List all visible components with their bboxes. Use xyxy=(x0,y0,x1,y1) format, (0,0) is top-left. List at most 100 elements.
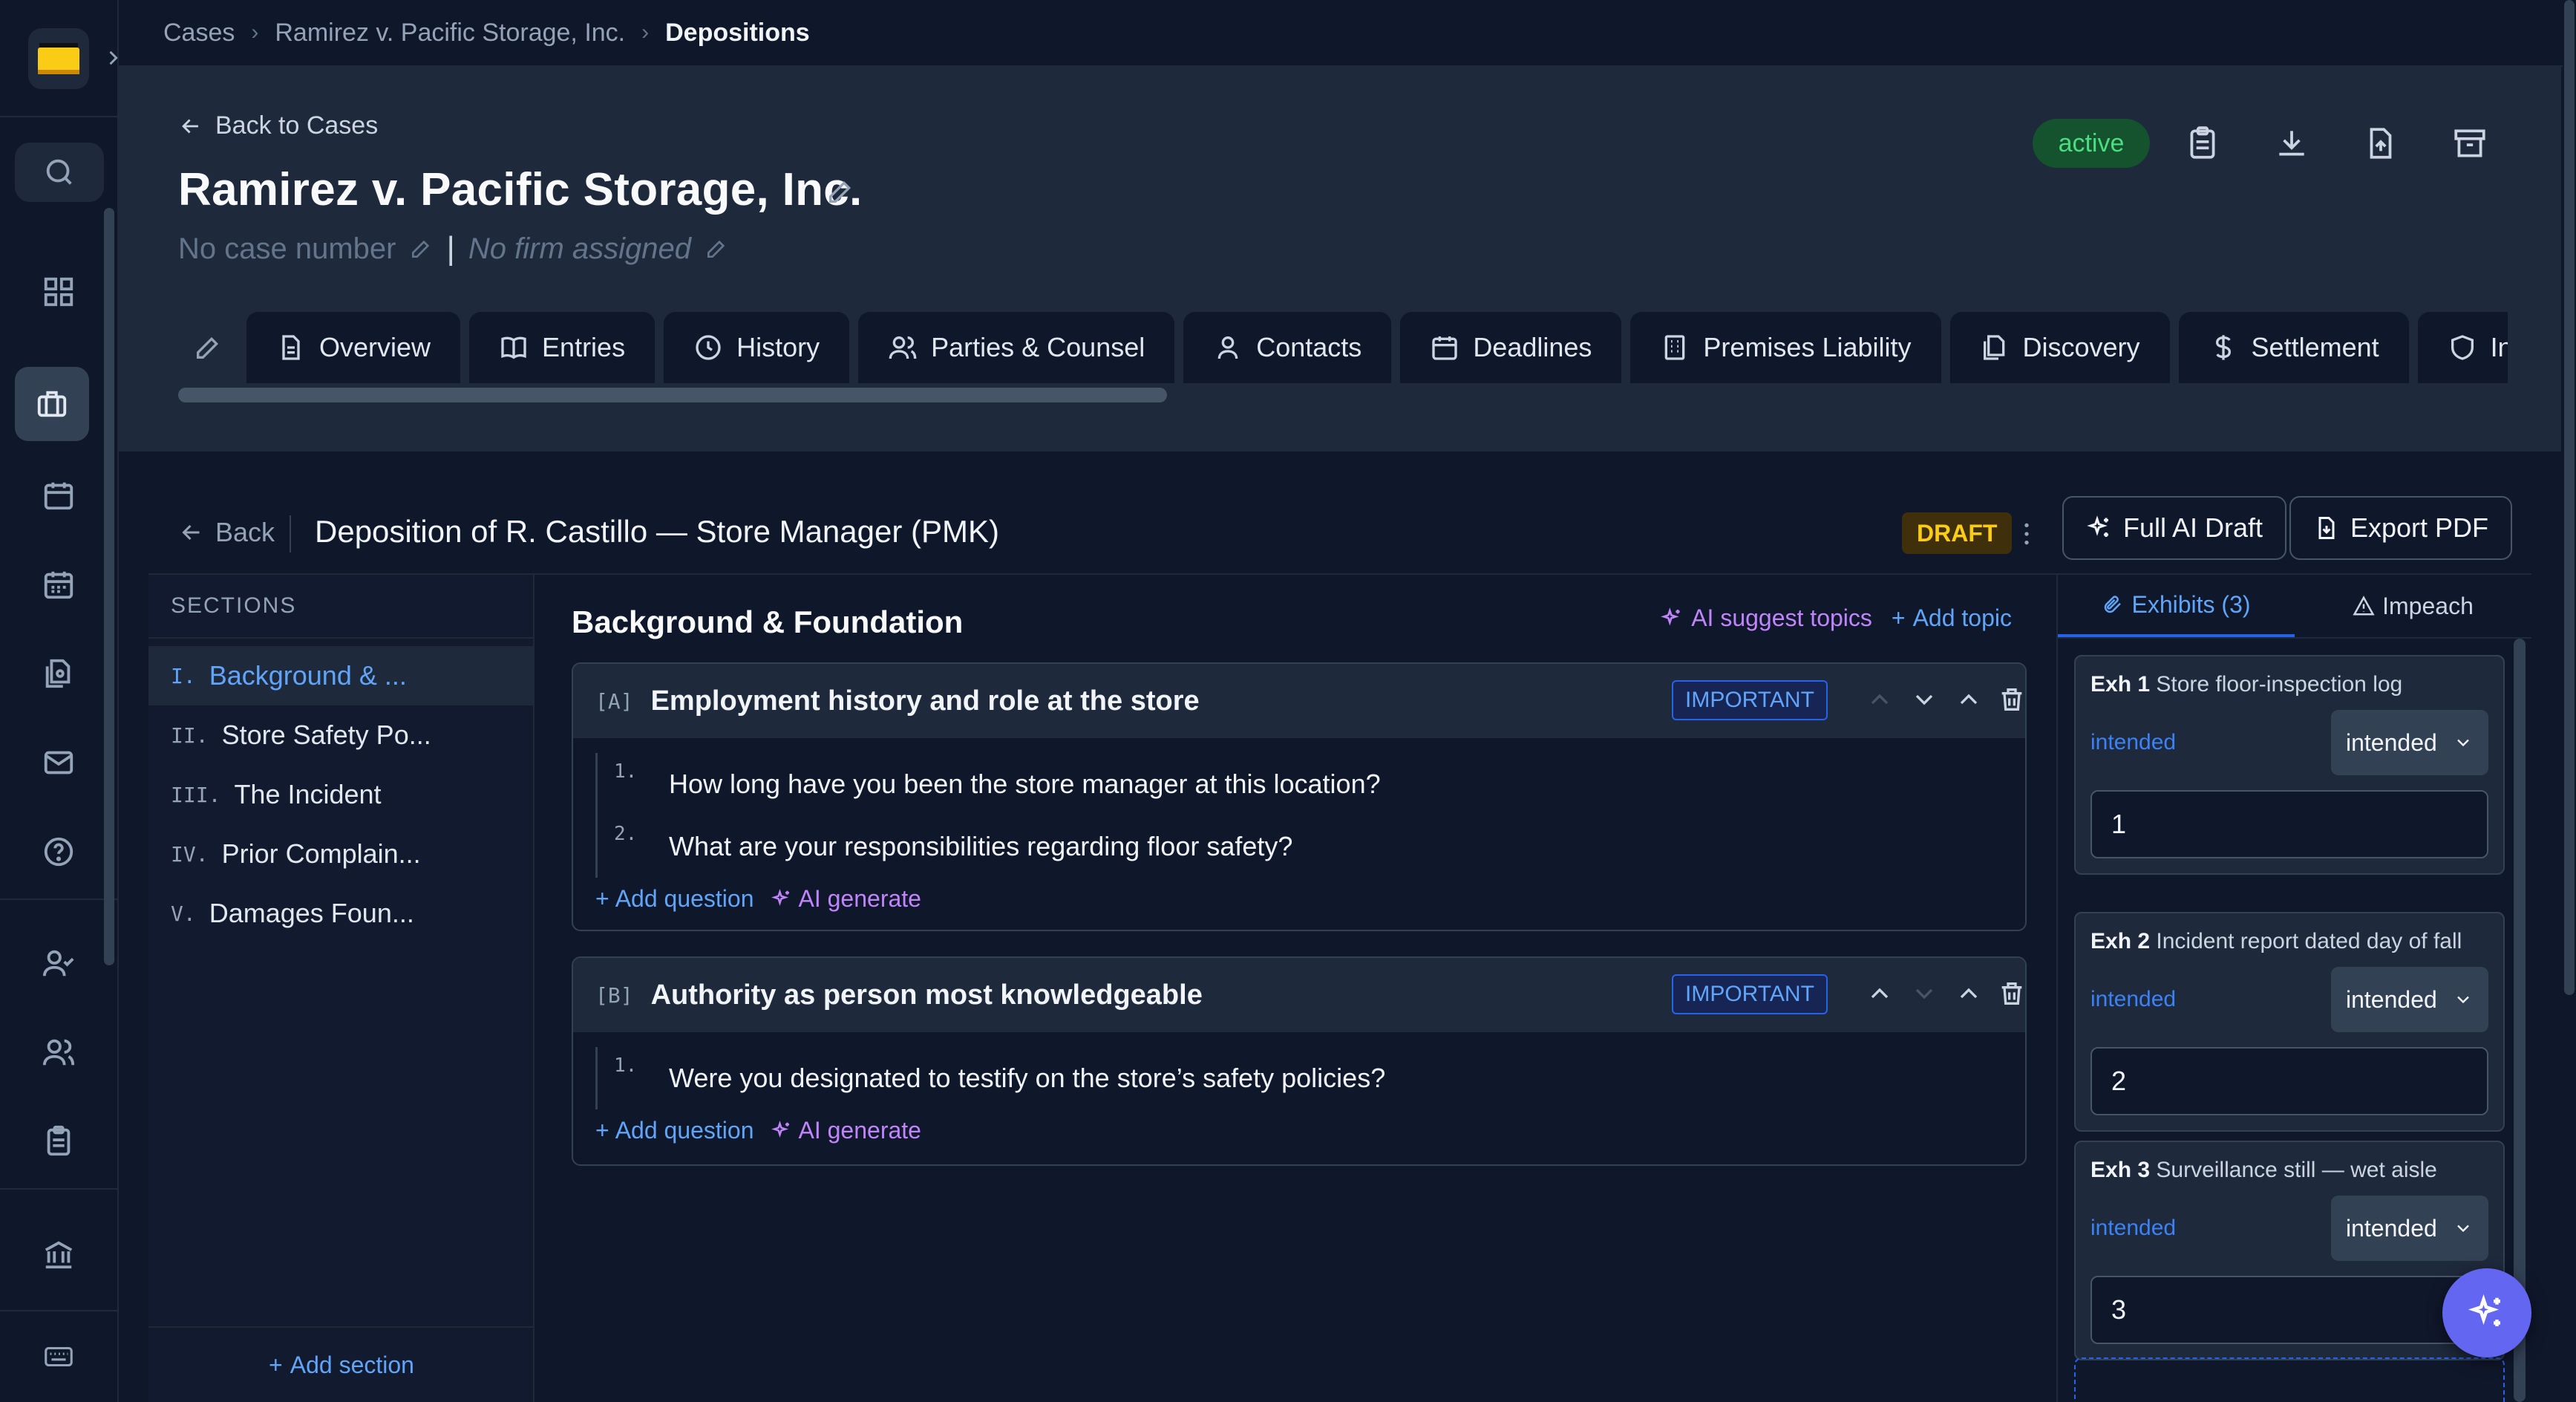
move-down-icon[interactable] xyxy=(1909,979,1939,1008)
tab-settlement[interactable]: Settlement xyxy=(2178,312,2409,383)
collapse-icon[interactable] xyxy=(1954,979,1984,1008)
dashboard-nav[interactable] xyxy=(30,263,88,321)
more-vertical-icon[interactable] xyxy=(2012,515,2041,552)
app-logo[interactable] xyxy=(28,28,89,89)
question-row[interactable]: 1. Were you designated to testify on the… xyxy=(595,1047,2025,1109)
calendar-grid-icon xyxy=(42,567,76,601)
tab-label: Contacts xyxy=(1256,332,1362,362)
add-topic-button[interactable]: + Add topic xyxy=(1892,604,2012,632)
exhibit-number-input[interactable]: 1 xyxy=(2090,790,2488,858)
rail-scrollbar[interactable] xyxy=(104,208,114,965)
full-ai-draft-button[interactable]: Full AI Draft xyxy=(2062,496,2287,560)
topic-header[interactable]: [A] Employment history and role at the s… xyxy=(573,664,2025,738)
exhibit-status-select[interactable]: intended xyxy=(2331,967,2488,1032)
tasks-nav[interactable] xyxy=(30,1112,88,1170)
documents-nav[interactable] xyxy=(30,645,88,702)
ai-suggest-topics-button[interactable]: AI suggest topics xyxy=(1660,604,1872,632)
back-to-cases-link[interactable]: Back to Cases xyxy=(178,111,378,140)
breadcrumb-case-link[interactable]: Ramirez v. Pacific Storage, Inc. xyxy=(275,19,625,48)
trash-icon[interactable] xyxy=(1997,979,2025,1008)
question-row[interactable]: 2. What are your responsibilities regard… xyxy=(595,815,2025,878)
calendar-nav[interactable] xyxy=(30,466,88,524)
priority-badge[interactable]: IMPORTANT xyxy=(1672,680,1828,720)
exhibit-description: Store floor-inspection log xyxy=(2156,672,2403,697)
keyboard-icon xyxy=(42,1340,76,1374)
section-item-damages[interactable]: V. Damages Foun... xyxy=(148,884,533,943)
case-meta: No case number | No firm assigned xyxy=(178,230,728,267)
pencil-icon[interactable] xyxy=(409,237,433,261)
ai-generate-button[interactable]: AI generate xyxy=(771,885,921,913)
status-badge: active xyxy=(2033,119,2150,168)
ai-generate-button[interactable]: AI generate xyxy=(771,1117,921,1144)
question-row[interactable]: 1. How long have you been the store mana… xyxy=(595,753,2025,815)
archive-icon[interactable] xyxy=(2451,125,2488,162)
tab-impeach[interactable]: Impeach xyxy=(2295,575,2531,637)
ai-assistant-button[interactable] xyxy=(2442,1268,2531,1357)
topic-letter: [B] xyxy=(595,982,633,1008)
mail-nav[interactable] xyxy=(30,734,88,792)
tab-deadlines[interactable]: Deadlines xyxy=(1400,312,1622,383)
add-section-label: Add section xyxy=(290,1351,414,1378)
exhibit-status-select[interactable]: intended xyxy=(2331,710,2488,775)
priority-badge[interactable]: IMPORTANT xyxy=(1672,974,1828,1014)
exhibit-status: intended xyxy=(2090,987,2177,1011)
tab-premises-liability[interactable]: Premises Liability xyxy=(1630,312,1941,383)
team-nav[interactable] xyxy=(30,1023,88,1081)
add-question-button[interactable]: + Add question xyxy=(595,885,754,913)
draft-badge: DRAFT xyxy=(1902,512,2013,554)
pencil-icon[interactable] xyxy=(826,177,855,206)
schedule-nav[interactable] xyxy=(30,555,88,613)
section-number: IV. xyxy=(171,841,209,867)
tab-discovery[interactable]: Discovery xyxy=(1949,312,2170,383)
move-up-icon[interactable] xyxy=(1865,685,1895,714)
page-scrollbar[interactable] xyxy=(2563,0,2576,1402)
exhibit-status-select[interactable]: intended xyxy=(2331,1196,2488,1261)
users-icon xyxy=(888,333,918,362)
collapse-icon[interactable] xyxy=(1954,685,1984,714)
download-icon[interactable] xyxy=(2273,125,2310,162)
pencil-icon[interactable] xyxy=(705,237,728,261)
tab-overview[interactable]: Overview xyxy=(246,312,461,383)
question-number: 2. xyxy=(614,823,638,845)
breadcrumb-cases-link[interactable]: Cases xyxy=(163,19,235,48)
section-item-incident[interactable]: III. The Incident xyxy=(148,765,533,824)
tab-entries[interactable]: Entries xyxy=(469,312,656,383)
help-nav[interactable] xyxy=(30,823,88,881)
help-icon xyxy=(42,835,76,869)
edit-tabs-button[interactable] xyxy=(178,312,238,383)
user-check-nav[interactable] xyxy=(30,934,88,992)
topic-header[interactable]: [B] Authority as person most knowledgeab… xyxy=(573,958,2025,1032)
deposition-back-button[interactable]: Back xyxy=(178,517,275,548)
add-topic-label: Add topic xyxy=(1912,604,2012,631)
exhibit-number-input[interactable]: 2 xyxy=(2090,1047,2488,1115)
files-icon xyxy=(42,656,76,691)
tab-contacts[interactable]: Contacts xyxy=(1183,312,1392,383)
sections-heading: SECTIONS xyxy=(148,575,533,639)
tabs-scrollbar[interactable] xyxy=(178,388,1167,402)
exhibit-number-input[interactable]: 3 xyxy=(2090,1276,2488,1344)
section-item-prior-complaints[interactable]: IV. Prior Complain... xyxy=(148,824,533,884)
page-scrollbar-thumb[interactable] xyxy=(2564,0,2575,995)
exhibit-heading: Exh 2 Incident report dated day of fall xyxy=(2090,928,2488,955)
add-question-button[interactable]: + Add question xyxy=(595,1117,754,1144)
keyboard-shortcuts-button[interactable] xyxy=(30,1328,88,1386)
export-pdf-button[interactable]: Export PDF xyxy=(2289,496,2513,560)
court-nav[interactable] xyxy=(30,1225,88,1283)
mail-icon xyxy=(42,746,76,780)
clipboard-icon[interactable] xyxy=(2184,125,2221,162)
file-upload-icon[interactable] xyxy=(2362,125,2399,162)
move-up-icon[interactable] xyxy=(1865,979,1895,1008)
add-exhibit-dropzone[interactable] xyxy=(2074,1357,2505,1402)
tab-history[interactable]: History xyxy=(664,312,850,383)
tab-parties-counsel[interactable]: Parties & Counsel xyxy=(858,312,1175,383)
trash-icon[interactable] xyxy=(1997,685,2025,714)
search-button[interactable] xyxy=(15,143,104,202)
cases-nav[interactable] xyxy=(15,367,89,441)
section-item-store-safety[interactable]: II. Store Safety Po... xyxy=(148,705,533,765)
add-section-button[interactable]: + Add section xyxy=(148,1326,535,1402)
section-item-background[interactable]: I. Background & ... xyxy=(148,646,533,705)
tab-exhibits[interactable]: Exhibits (3) xyxy=(2058,575,2295,637)
tab-insurance[interactable]: Ins xyxy=(2417,312,2508,383)
move-down-icon[interactable] xyxy=(1909,685,1939,714)
file-download-icon xyxy=(2313,515,2340,541)
